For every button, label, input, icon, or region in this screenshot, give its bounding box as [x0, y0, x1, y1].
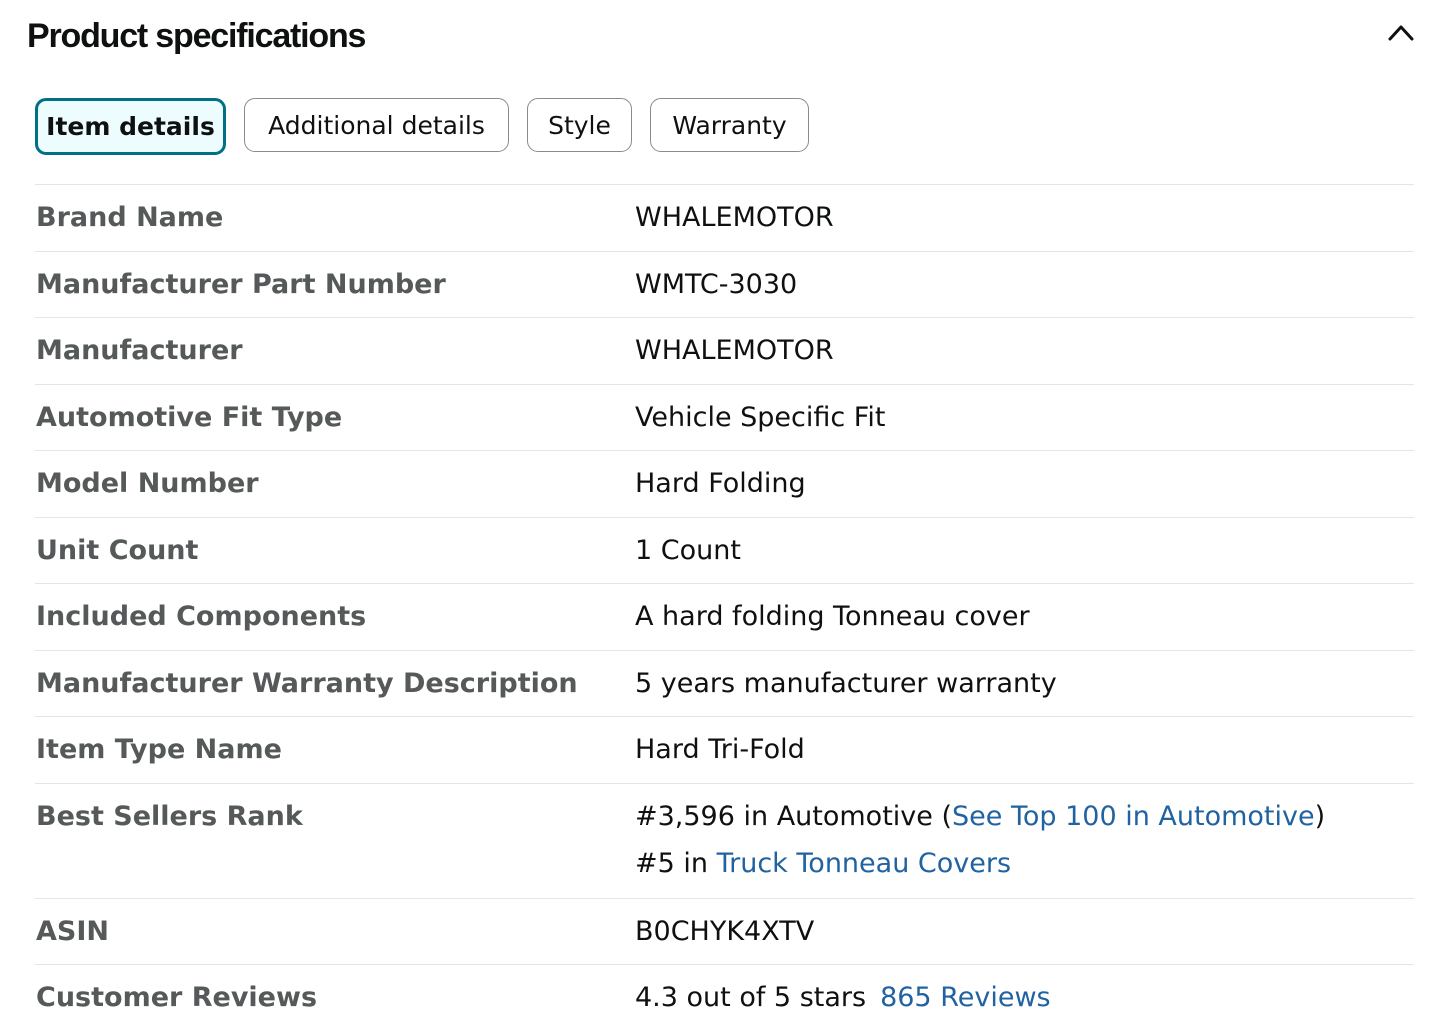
spec-label: Best Sellers Rank [36, 800, 303, 832]
spec-label: Automotive Fit Type [36, 401, 343, 433]
chevron-up-icon [1388, 25, 1414, 41]
spec-value: Hard Tri-Fold [635, 734, 805, 765]
spec-value: WHALEMOTOR [635, 202, 834, 233]
customer-reviews-value: 4.3 out of 5 stars 865 Reviews [635, 980, 1051, 1016]
spec-row-manufacturer: Manufacturer WHALEMOTOR [35, 318, 1414, 385]
spec-label: Manufacturer Part Number [36, 268, 446, 300]
spec-value: WMTC-3030 [635, 268, 798, 300]
best-sellers-rank-value: #3,596 in Automotive (See Top 100 in Aut… [635, 799, 1325, 893]
tab-item-details[interactable]: Item details [35, 98, 226, 155]
spec-row-brand-name: Brand Name WHALEMOTOR [35, 185, 1414, 252]
rating-text: 4.3 out of 5 stars [635, 982, 867, 1013]
spec-value: 5 years manufacturer warranty [635, 667, 1057, 699]
spec-row-customer-reviews: Customer Reviews 4.3 out of 5 stars 865 R… [35, 965, 1414, 1032]
spec-row-asin: ASIN B0CHYK4XTV [35, 899, 1414, 965]
spec-row-automotive-fit-type: Automotive Fit Type Vehicle Specific Fit [35, 385, 1414, 451]
spec-row-model-number: Model Number Hard Folding [35, 451, 1414, 518]
spec-label: Brand Name [36, 202, 224, 233]
tab-style[interactable]: Style [527, 98, 632, 152]
collapse-button[interactable] [1386, 18, 1416, 48]
spec-label: Item Type Name [36, 734, 282, 765]
spec-label: Manufacturer Warranty Description [36, 667, 578, 699]
spec-row-best-sellers-rank: Best Sellers Rank #3,596 in Automotive (… [35, 784, 1414, 899]
truck-tonneau-covers-link[interactable]: Truck Tonneau Covers [717, 848, 1011, 879]
spec-value: WHALEMOTOR [635, 335, 834, 366]
rank-line-automotive: #3,596 in Automotive (See Top 100 in Aut… [635, 799, 1325, 846]
spec-label: Included Components [36, 601, 367, 632]
rank-text: #3,596 in Automotive ( [635, 800, 952, 832]
rank-text: ) [1314, 800, 1326, 832]
tab-additional-details[interactable]: Additional details [244, 98, 509, 152]
section-header: Product specifications [27, 12, 1440, 60]
section-title: Product specifications [27, 17, 366, 55]
rank-line-tonneau: #5 in Truck Tonneau Covers [635, 846, 1325, 893]
spec-row-item-type-name: Item Type Name Hard Tri-Fold [35, 717, 1414, 784]
spec-value: B0CHYK4XTV [635, 915, 815, 947]
spec-label: ASIN [36, 915, 109, 947]
spec-row-manufacturer-part-number: Manufacturer Part Number WMTC-3030 [35, 252, 1414, 318]
tab-warranty[interactable]: Warranty [650, 98, 809, 152]
spec-row-included-components: Included Components A hard folding Tonne… [35, 584, 1414, 651]
spec-value: A hard folding Tonneau cover [635, 601, 1030, 632]
top-100-automotive-link[interactable]: See Top 100 in Automotive [952, 801, 1315, 832]
specs-table: Brand Name WHALEMOTOR Manufacturer Part … [35, 184, 1414, 1032]
review-count: 865 [880, 982, 932, 1013]
spec-row-warranty-description: Manufacturer Warranty Description 5 year… [35, 651, 1414, 717]
reviews-label: Reviews [940, 982, 1051, 1013]
spec-label: Manufacturer [36, 335, 243, 366]
spec-label: Unit Count [36, 534, 199, 566]
spec-value: Hard Folding [635, 468, 806, 499]
spec-label: Customer Reviews [36, 982, 318, 1013]
spec-label: Model Number [36, 468, 259, 499]
reviews-link[interactable]: 865 Reviews [880, 982, 1051, 1013]
spec-row-unit-count: Unit Count 1 Count [35, 518, 1414, 584]
spec-value: Vehicle Specific Fit [635, 401, 886, 433]
rank-text: #5 in [635, 847, 717, 879]
spec-value: 1 Count [635, 534, 741, 566]
